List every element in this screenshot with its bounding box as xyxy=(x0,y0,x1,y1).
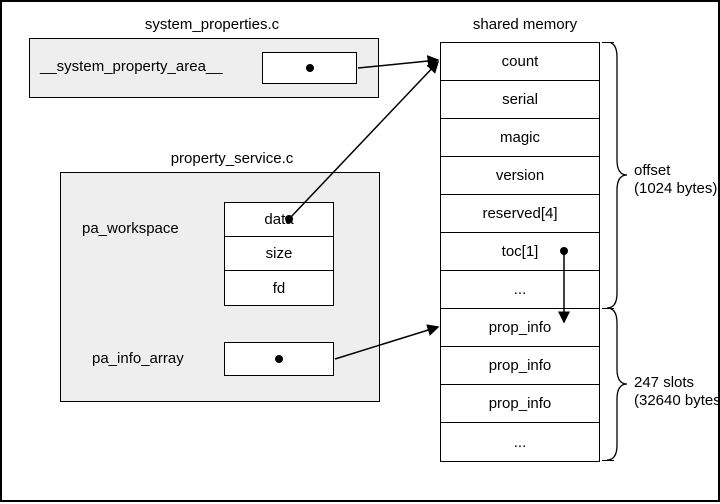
tick-mid xyxy=(602,308,614,309)
shm-magic: magic xyxy=(441,119,599,157)
tick-top xyxy=(602,42,614,43)
shared-mem-title: shared memory xyxy=(440,16,610,33)
file1-title: system_properties.c xyxy=(102,16,322,33)
brace-slots xyxy=(602,308,630,460)
slots-annotation: 247 slots (32640 bytes) xyxy=(634,374,720,410)
offset-annotation: offset (1024 bytes) xyxy=(634,162,717,198)
pa-field-data: data xyxy=(225,203,333,237)
pa-info-array-label: pa_info_array xyxy=(92,350,184,367)
shm-dots2: ... xyxy=(441,423,599,461)
brace-offset xyxy=(602,42,630,308)
toc-dot xyxy=(560,247,568,255)
shm-pi1: prop_info xyxy=(441,309,599,347)
shm-pi2: prop_info xyxy=(441,347,599,385)
file2-title: property_service.c xyxy=(132,150,332,167)
pa-workspace-label: pa_workspace xyxy=(82,220,179,237)
slots-l2: (32640 bytes) xyxy=(634,392,720,409)
pa-field-size: size xyxy=(225,237,333,271)
shm-reserved: reserved[4] xyxy=(441,195,599,233)
sys-prop-area-label: __system_property_area__ xyxy=(40,58,223,75)
shm-serial: serial xyxy=(441,81,599,119)
sys-prop-area-dot xyxy=(306,64,314,72)
diagram-canvas: system_properties.c shared memory __syst… xyxy=(0,0,720,502)
shared-mem-table: count serial magic version reserved[4] t… xyxy=(440,42,600,462)
shm-count: count xyxy=(441,43,599,81)
offset-l1: offset xyxy=(634,162,670,179)
pa-info-array-dot xyxy=(275,355,283,363)
shm-pi3: prop_info xyxy=(441,385,599,423)
slots-l1: 247 slots xyxy=(634,374,694,391)
shm-dots1: ... xyxy=(441,271,599,309)
pa-data-dot xyxy=(285,215,293,223)
shm-toc: toc[1] xyxy=(441,233,599,271)
tick-bottom xyxy=(602,460,614,461)
shm-version: version xyxy=(441,157,599,195)
pa-workspace-table: data size fd xyxy=(224,202,334,306)
pa-field-fd: fd xyxy=(225,271,333,305)
offset-l2: (1024 bytes) xyxy=(634,180,717,197)
